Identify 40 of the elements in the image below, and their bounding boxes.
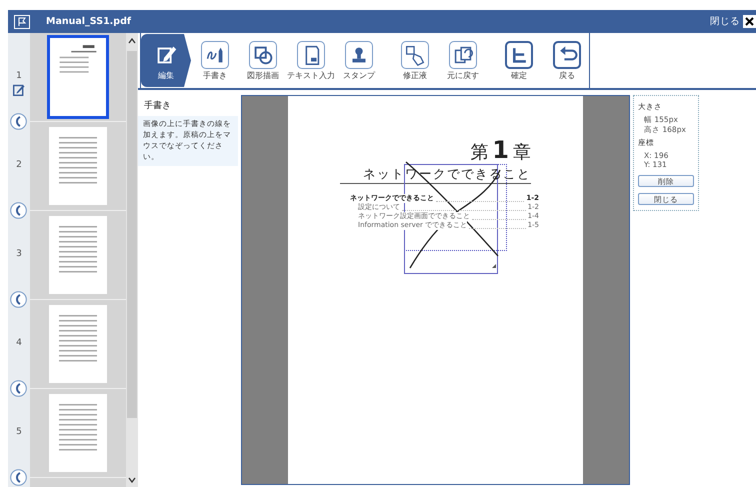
scroll-up-icon[interactable] — [128, 38, 136, 44]
toolbar-button[interactable]: 元に戻す — [439, 34, 487, 87]
restore-pages-icon — [449, 40, 477, 68]
app-logo-icon — [14, 14, 30, 28]
close-button[interactable]: 閉じる — [710, 15, 756, 28]
stamp-icon — [345, 40, 373, 68]
page-number: 4 — [16, 338, 22, 348]
resize-handle-icon[interactable] — [492, 264, 496, 268]
scroll-down-icon[interactable] — [128, 477, 136, 483]
close-icon — [743, 15, 756, 28]
page-number: 2 — [16, 160, 22, 170]
page-thumbnail[interactable] — [49, 305, 107, 383]
rotate-icon[interactable] — [10, 113, 27, 130]
toolbar-button[interactable]: 図形描画 — [239, 34, 287, 87]
eraser-icon — [401, 40, 429, 68]
toolbar-button[interactable]: 修正液 — [391, 34, 439, 87]
window-title: Manual_SS1.pdf — [46, 16, 132, 27]
shapes-icon — [249, 40, 277, 68]
toolbar-button[interactable]: スタンプ — [335, 34, 383, 87]
toolbar-button[interactable]: 編集 — [141, 34, 191, 87]
page-number: 3 — [16, 249, 22, 259]
toolbar-button[interactable]: 手書き — [191, 34, 239, 87]
rotate-icon[interactable] — [10, 291, 27, 308]
panel-title: 手書き — [144, 100, 172, 112]
pen-icon — [201, 40, 229, 68]
toolbar-button[interactable]: 確定 — [495, 34, 543, 87]
toolbar-button[interactable]: テキスト入力 — [287, 34, 335, 87]
page-thumbnail[interactable] — [49, 394, 107, 472]
rotate-icon[interactable] — [10, 469, 27, 486]
page-thumbnail[interactable] — [49, 127, 107, 205]
rotate-icon[interactable] — [10, 202, 27, 219]
chapter-heading: 第 1 章 — [470, 136, 531, 164]
text-page-icon — [297, 40, 325, 68]
scrollbar-thumb[interactable] — [127, 51, 137, 418]
page-thumbnail[interactable] — [49, 216, 107, 294]
page-number: 1 — [16, 71, 22, 81]
rotate-icon[interactable] — [10, 380, 27, 397]
toolbar-button[interactable]: 戻る — [543, 34, 591, 87]
page-number: 5 — [16, 427, 22, 437]
page-thumbnail[interactable] — [47, 35, 109, 119]
